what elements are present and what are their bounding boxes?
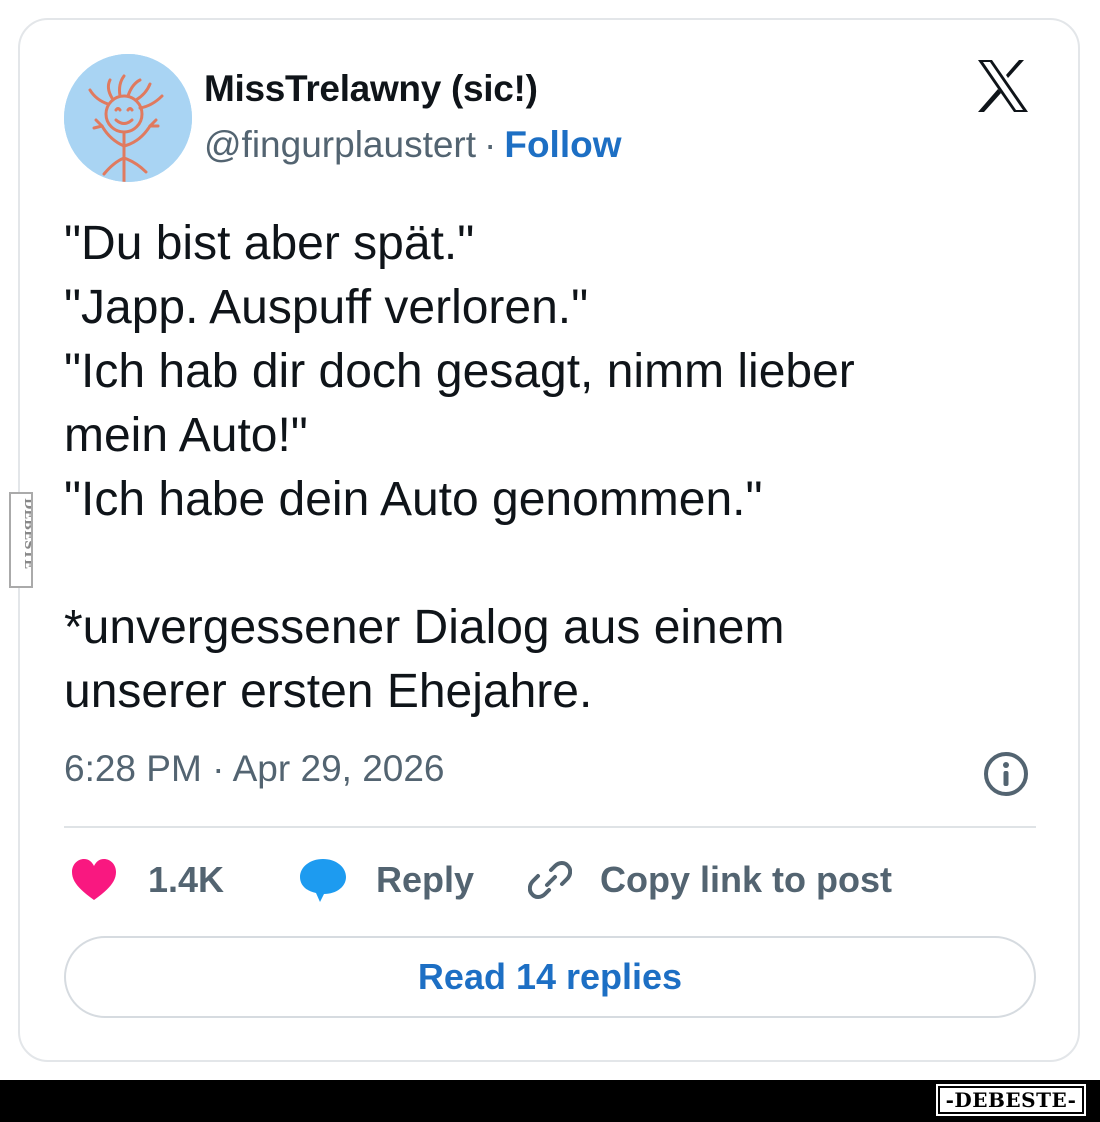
display-name[interactable]: MissTrelawny (sic!) [204,68,538,110]
heart-icon [72,859,116,900]
reply-button[interactable]: Reply [298,856,474,904]
post-text: "Du bist aber spät." "Japp. Auspuff verl… [64,212,1024,724]
copy-link-label: Copy link to post [600,859,892,900]
speech-bubble-icon [300,859,346,902]
reply-label: Reply [376,859,475,900]
post-text-line: unserer ersten Ehejahre. [64,665,593,718]
post-timestamp[interactable]: 6:28 PM · Apr 29, 2026 [64,748,445,790]
divider [64,826,1036,828]
copy-link-button[interactable]: Copy link to post [528,856,892,904]
footer-watermark-logo: -DEBESTE- [936,1084,1086,1116]
side-watermark-text: DEBESTE [21,498,31,569]
avatar[interactable] [64,54,192,182]
post-text-line: "Ich habe dein Auto genommen." [64,473,763,526]
side-watermark-logo: DEBESTE [9,492,33,588]
handle-row: @fingurplaustert · Follow [204,124,622,166]
stick-figure-drawing-avatar [64,54,192,182]
read-replies-button[interactable]: Read 14 replies [64,936,1036,1018]
link-icon [528,861,572,899]
post-text-line: "Japp. Auspuff verloren." [64,281,589,334]
handle[interactable]: @fingurplaustert [204,124,476,165]
post-text-line: mein Auto!" [64,409,308,462]
x-logo-icon[interactable] [974,58,1032,114]
handle-separator: · [484,124,497,165]
post-text-line: "Du bist aber spät." [64,217,475,270]
follow-link[interactable]: Follow [504,124,621,165]
like-count: 1.4K [148,859,225,900]
like-button[interactable]: 1.4K [70,856,224,904]
footer-bar: -DEBESTE- [0,1080,1100,1122]
post-text-line: *unvergessener Dialog aus einem [64,601,785,654]
post-card: MissTrelawny (sic!) @fingurplaustert · Fol… [18,18,1080,1062]
info-icon[interactable] [982,750,1030,798]
post-text-line: "Ich hab dir doch gesagt, nimm lieber [64,345,855,398]
